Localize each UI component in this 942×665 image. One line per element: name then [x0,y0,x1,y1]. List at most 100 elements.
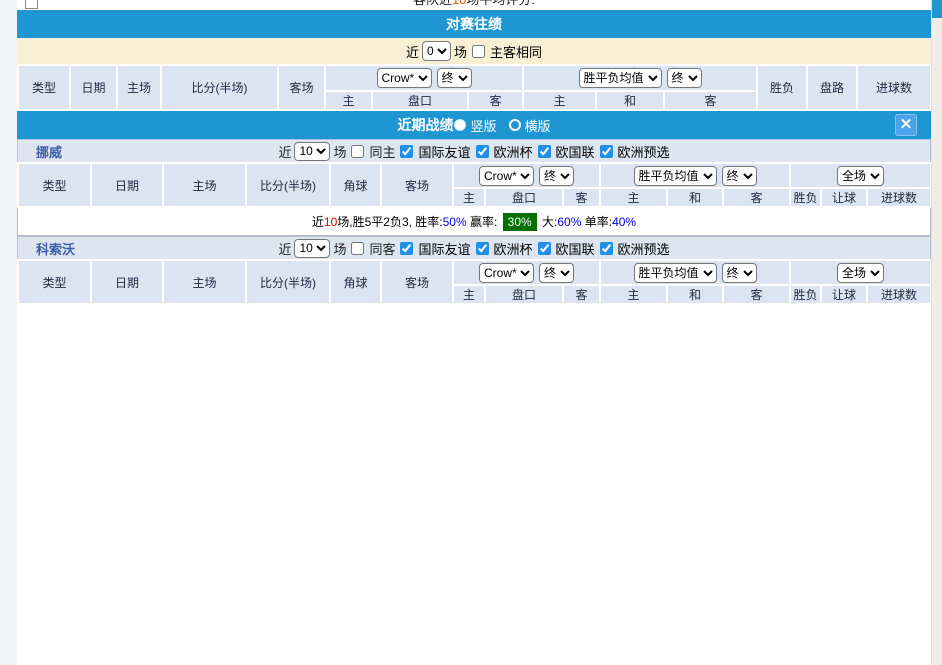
horizontal-layout-label: 横版 [525,116,551,135]
mean-odds-select[interactable]: 胜平负均值 [579,68,662,88]
summary-segment: 近 [312,215,324,229]
league-checkbox[interactable] [400,145,413,158]
summary-segment: 赢率: [467,215,501,229]
games-label: 场 [454,42,467,61]
summary-segment: 30% [503,213,537,231]
near-count-select[interactable]: 10 [294,142,330,161]
summary-segment: 60% [557,215,581,229]
scope-select[interactable]: 全场 [837,263,884,283]
col-header-result: 胜负 [790,188,821,207]
col-header-corners: 角球 [330,260,381,304]
team-filter-row: 近 10 场 同客 国际友谊 欧洲杯 欧国联 欧洲预选 [278,239,669,258]
same-venue-checkbox[interactable] [351,145,364,158]
scope-select[interactable]: 全场 [837,166,884,186]
final-odds-select[interactable]: 终 [722,263,757,283]
col-header-away: 客场 [381,260,453,304]
page: 客队近10场平均评分: 对赛往绩 近 0 场 主客相同 类型 [0,0,942,665]
col-header-corners: 角球 [330,163,381,207]
bookmaker-select[interactable]: Crow* [377,68,432,88]
league-label: 欧洲杯 [494,239,533,258]
col-header-score: 比分(半场) [161,65,278,110]
near-label: 近 [278,142,291,161]
summary-segment: 40% [612,215,636,229]
col-header-away: 客场 [278,65,325,110]
summary-bar: 近10场,胜5平2负3, 胜率:50% 赢率: 30% 大:60% 单率:40% [17,208,931,236]
col-header-odds-away: 客 [563,285,600,304]
league-checkbox[interactable] [476,145,489,158]
col-header-handicap: 盘口 [372,91,468,110]
h2h-filter-row: 近 0 场 主客相同 [17,38,931,64]
same-home-away-checkbox[interactable] [472,45,485,58]
final-odds-select[interactable]: 终 [539,263,574,283]
final-odds-select[interactable]: 终 [722,166,757,186]
close-button[interactable]: ✕ [895,114,917,136]
league-checkbox[interactable] [600,145,613,158]
col-header-trend: 盘路 [807,65,857,110]
col-header-date: 日期 [70,65,117,110]
col-header-let-goal: 让球 [821,188,867,207]
near-label: 近 [406,42,419,61]
recent-table-norway: 类型 日期 主场 比分(半场) 角球 客场 Crow* 终 胜平负均值 [17,162,932,208]
league-label: 国际友谊 [418,142,470,161]
col-header-mean-home: 主 [600,285,667,304]
col-header-odds-away: 客 [468,91,523,110]
league-checkbox[interactable] [400,242,413,255]
league-label: 欧洲杯 [494,142,533,161]
mean-odds-select[interactable]: 胜平负均值 [634,263,717,283]
summary-segment: 10 [324,215,337,229]
near-label: 近 [278,239,291,258]
col-header-away: 客场 [381,163,453,207]
bookmaker-select[interactable]: Crow* [479,263,534,283]
near-count-select[interactable]: 10 [294,239,330,258]
team-name: 科索沃 [36,239,75,258]
horizontal-layout-radio[interactable] [509,119,521,131]
team-section-header: 科索沃 近 10 场 同客 国际友谊 欧洲杯 欧国联 欧洲预选 [17,236,931,259]
col-header-odds-home: 主 [325,91,372,110]
league-checkbox[interactable] [600,242,613,255]
col-header-odds-home: 主 [453,188,485,207]
final-odds-select[interactable]: 终 [539,166,574,186]
summary-segment: 场,胜5平2负3, 胜率: [337,215,442,229]
same-venue-checkbox[interactable] [351,242,364,255]
left-gutter [0,0,17,665]
summary-segment: 50% [443,215,467,229]
games-label: 场 [333,142,346,161]
cut-off-row: 客队近10场平均评分: [17,0,931,10]
col-header-goals: 进球数 [867,188,931,207]
vertical-layout-radio[interactable] [454,119,466,131]
scrollbar-thumb[interactable] [932,0,942,18]
col-header-mean-away: 客 [723,188,790,207]
h2h-near-select[interactable]: 0 [422,41,451,61]
league-checkbox[interactable] [538,242,551,255]
col-header-let-goal: 让球 [821,285,867,304]
main-panel: 客队近10场平均评分: 对赛往绩 近 0 场 主客相同 类型 [17,0,931,665]
league-label: 国际友谊 [418,239,470,258]
summary-text: 近10场,胜5平2负3, 胜率:50% 赢率: 30% 大:60% 单率:40% [312,213,636,230]
col-header-date: 日期 [91,260,163,304]
col-header-odds-home: 主 [453,285,485,304]
league-label: 欧国联 [556,239,595,258]
col-header-mean-home: 主 [523,91,596,110]
col-header-home: 主场 [117,65,161,110]
col-header-goals: 进球数 [857,65,931,110]
league-checkbox[interactable] [538,145,551,158]
col-header-score: 比分(半场) [246,260,330,304]
same-venue-label: 同主 [369,142,395,161]
col-header-result: 胜负 [790,285,821,304]
col-header-score: 比分(半场) [246,163,330,207]
games-label: 场 [333,239,346,258]
bookmaker-select[interactable]: Crow* [479,166,534,186]
league-label: 欧洲预选 [618,239,670,258]
final-odds-select[interactable]: 终 [667,68,702,88]
cut-off-control [25,0,38,9]
col-header-goals: 进球数 [867,285,931,304]
team-name: 挪威 [36,142,62,161]
final-odds-select[interactable]: 终 [437,68,472,88]
league-checkbox[interactable] [476,242,489,255]
recent-title: 近期战绩 [397,115,453,135]
col-header-odds-away: 客 [563,188,600,207]
same-venue-label: 同客 [369,239,395,258]
scrollbar [931,0,942,665]
mean-odds-select[interactable]: 胜平负均值 [634,166,717,186]
close-icon: ✕ [900,116,913,133]
